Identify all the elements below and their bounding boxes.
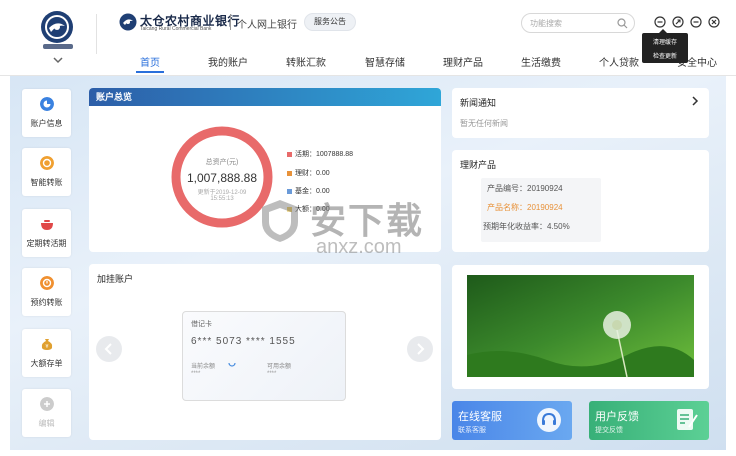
service-notice-button[interactable]: 服务公告	[304, 13, 356, 31]
headset-icon	[537, 408, 561, 432]
sidebar-item-large-deposit[interactable]: ¥ 大额存单	[22, 329, 71, 377]
feedback-form-icon	[677, 409, 698, 430]
search-icon[interactable]	[617, 18, 628, 29]
user-feedback-subtitle: 提交反馈	[595, 427, 623, 434]
pie-chart-icon	[40, 97, 54, 111]
sidebar-item-label: 账户信息	[30, 119, 63, 128]
account-overview-title: 账户总览	[89, 88, 441, 106]
minimize-icon[interactable]	[690, 16, 702, 28]
sidebar-item-label: 预约转账	[30, 298, 63, 307]
chevron-right-icon	[417, 343, 425, 355]
legend-wealth-label: 理财：0.00	[295, 170, 330, 177]
nav-my-account[interactable]: 我的账户	[208, 54, 248, 69]
clock-icon	[40, 276, 54, 290]
bank-name-english: Taicang Rural Commercial Bank	[140, 26, 212, 32]
shield-icon	[262, 200, 298, 242]
clear-cache-option[interactable]: 清理缓存	[642, 37, 688, 46]
sidebar-item-label: 定期转活期	[26, 239, 67, 248]
card-number: 6*** 5073 **** 1555	[191, 336, 296, 347]
tools-tooltip: 清理缓存 检查更新	[642, 29, 688, 63]
wealth-product-item[interactable]: 产品编号：20190924 产品名称：20190924 预期年化收益率：4.50…	[481, 178, 601, 242]
news-title: 新闻通知	[460, 98, 497, 108]
available-label: 可用余额	[267, 364, 292, 370]
header-bar: 太仓农村商业银行 Taicang Rural Commercial Bank 个…	[0, 0, 736, 76]
online-service-button[interactable]: 在线客服 联系客服	[452, 401, 572, 440]
sidebar-item-fixed-to-current[interactable]: 定期转活期	[22, 209, 71, 257]
card-type: 借记卡	[191, 321, 212, 328]
balance-label: 当前余额	[191, 364, 216, 370]
sidebar-item-label: 编辑	[38, 419, 55, 428]
news-card: 新闻通知 暂无任何新闻	[452, 88, 709, 138]
nav-home[interactable]: 首页	[140, 54, 160, 69]
nav-transfer[interactable]: 转账汇款	[286, 54, 326, 69]
online-service-subtitle: 联系客服	[458, 427, 486, 434]
previous-card-button[interactable]	[96, 336, 122, 362]
add-icon	[40, 397, 54, 411]
pot-icon	[41, 220, 53, 230]
user-feedback-button[interactable]: 用户反馈 提交反馈	[589, 401, 709, 440]
next-card-button[interactable]	[407, 336, 433, 362]
search-box[interactable]	[521, 13, 635, 33]
dandelion-photo	[467, 275, 694, 377]
online-service-title: 在线客服	[458, 411, 502, 423]
sidebar-item-smart-transfer[interactable]: 智能转账	[22, 148, 71, 196]
sidebar-item-edit[interactable]: 编辑	[22, 389, 71, 437]
money-bag-icon: ¥	[41, 339, 53, 350]
nav-active-indicator	[136, 71, 164, 73]
search-input[interactable]	[530, 17, 616, 30]
sidebar-item-label: 大额存单	[30, 359, 63, 368]
loading-spinner-icon	[228, 362, 236, 367]
total-assets-value: 1,007,888.88	[186, 171, 258, 185]
nav-wealth-products[interactable]: 理财产品	[443, 54, 483, 69]
legend-current: 活期：1007888.88	[287, 149, 353, 159]
netbank-title: 个人网上银行	[237, 20, 297, 31]
user-avatar-icon[interactable]	[40, 10, 74, 44]
header-divider	[96, 14, 97, 54]
close-icon[interactable]	[708, 16, 720, 28]
total-assets-label: 总资产(元)	[205, 159, 239, 166]
title-separator	[230, 14, 231, 30]
watermark-domain: anxz.com	[316, 236, 402, 258]
product-code: 产品编号：20190924	[487, 184, 563, 193]
settings-menu-icon[interactable]	[654, 16, 666, 28]
chevron-down-icon[interactable]	[51, 55, 65, 65]
sidebar-item-scheduled-transfer[interactable]: 预约转账	[22, 268, 71, 316]
wealth-product-card: 理财产品 产品编号：20190924 产品名称：20190924 预期年化收益率…	[452, 150, 709, 252]
user-feedback-title: 用户反馈	[595, 411, 639, 423]
fullscreen-icon[interactable]	[672, 16, 684, 28]
check-update-option[interactable]: 检查更新	[642, 51, 688, 60]
wealth-title: 理财产品	[460, 160, 497, 170]
avatar-caption	[43, 44, 73, 49]
legend-current-label: 活期：1007888.88	[295, 151, 353, 158]
linked-bank-card[interactable]: 借记卡 6*** 5073 **** 1555 当前余额 可用余额 **** *…	[182, 311, 346, 401]
sidebar-item-account-info[interactable]: 账户信息	[22, 89, 71, 137]
sidebar-item-label: 智能转账	[30, 178, 63, 187]
linked-accounts-title: 加挂账户	[97, 274, 134, 284]
svg-text:¥: ¥	[45, 344, 48, 350]
bank-logo-icon	[119, 13, 137, 31]
balance-value: ****	[191, 371, 201, 377]
nav-bill-payment[interactable]: 生活缴费	[521, 54, 561, 69]
promo-banner[interactable]	[452, 265, 709, 389]
linked-accounts-card: 加挂账户 借记卡 6*** 5073 **** 1555 当前余额 可用余额 *…	[89, 264, 441, 440]
legend-wealth: 理财：0.00	[287, 168, 330, 178]
chevron-right-icon[interactable]	[691, 96, 699, 106]
chevron-left-icon	[104, 343, 112, 355]
nav-personal-loan[interactable]: 个人贷款	[599, 54, 639, 69]
expected-yield: 预期年化收益率：4.50%	[483, 222, 570, 231]
available-value: ****	[267, 371, 277, 377]
nav-smart-deposit[interactable]: 智慧存储	[365, 54, 405, 69]
site-watermark: 安下载 anxz.com	[258, 190, 478, 270]
news-empty-text: 暂无任何新闻	[460, 119, 508, 128]
product-name: 产品名称：20190924	[487, 203, 563, 212]
transfer-icon	[40, 156, 54, 170]
